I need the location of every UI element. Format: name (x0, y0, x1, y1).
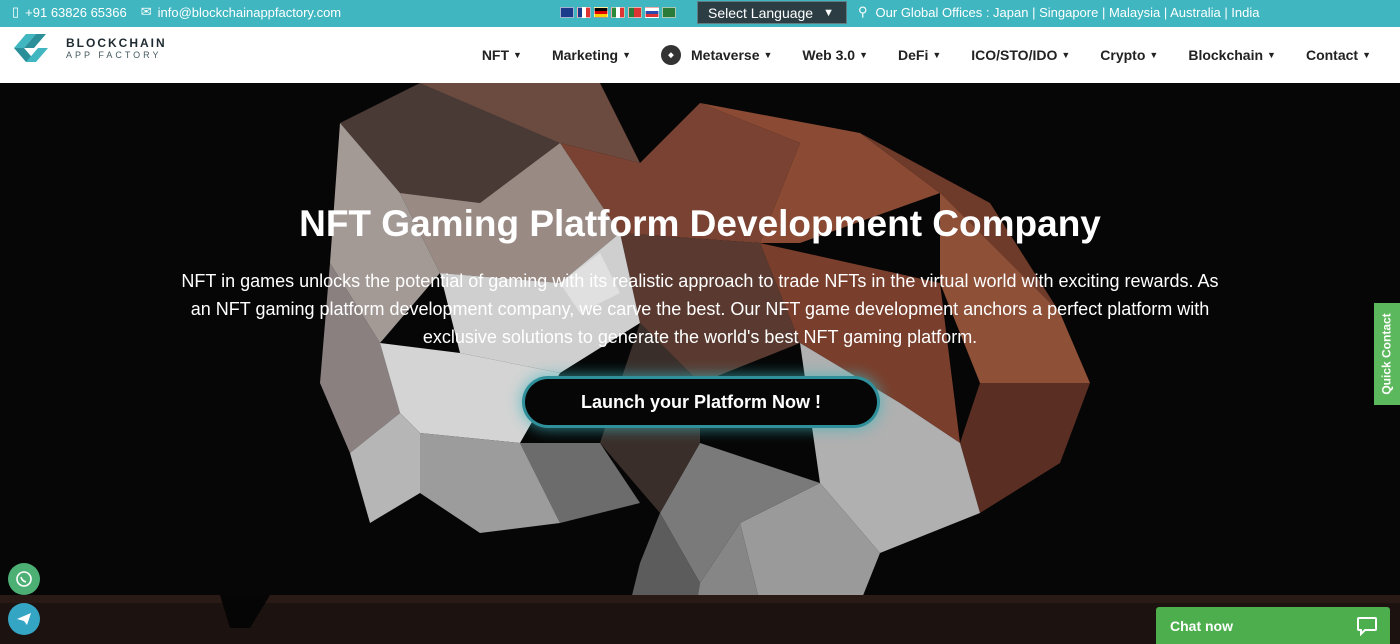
nav-metaverse[interactable]: ◆ Metaverse ▼ (646, 45, 787, 65)
quick-contact-label: Quick Contact (1380, 313, 1395, 395)
nav-contact[interactable]: Contact ▼ (1291, 47, 1386, 63)
envelope-icon: ✉ (140, 4, 152, 19)
language-select-label: Select Language (708, 4, 814, 21)
caret-down-icon: ▼ (1149, 50, 1159, 60)
flag-france-icon[interactable] (577, 7, 591, 18)
caret-down-icon: ▼ (622, 50, 631, 60)
chevron-down-icon: ▼ (823, 6, 834, 19)
site-logo[interactable]: BLOCKCHAIN APP FACTORY (12, 31, 167, 65)
location-pin-icon: ⚲ (858, 4, 868, 19)
main-nav: NFT ▼ Marketing ▼ ◆ Metaverse ▼ Web 3.0 ▼ De… (467, 27, 1386, 83)
quick-contact-tab[interactable]: Quick Contact (1374, 303, 1400, 405)
hero-title: NFT Gaming Platform Development Company (299, 203, 1101, 244)
telegram-button[interactable] (8, 603, 40, 635)
nav-crypto[interactable]: Crypto ▼ (1085, 47, 1173, 63)
email-link[interactable]: ✉ info@blockchainappfactory.com (141, 4, 341, 20)
nav-marketing[interactable]: Marketing ▼ (537, 47, 646, 63)
chat-label: Chat now (1170, 617, 1233, 634)
nav-contact-label: Contact (1305, 47, 1359, 63)
flag-uk-icon[interactable] (560, 7, 574, 18)
logo-mark-icon (14, 34, 48, 62)
contact-info: ▯ +91 63826 65366 ✉ info@blockchainappfa… (12, 4, 341, 20)
phone-number: +91 63826 65366 (25, 4, 127, 20)
chat-bubble-icon (1357, 616, 1377, 636)
language-flags (560, 7, 676, 18)
logo-line-2: APP FACTORY (66, 50, 162, 60)
site-header: BLOCKCHAIN APP FACTORY NFT ▼ Marketing ▼ ◆… (0, 27, 1400, 83)
caret-down-icon: ▼ (932, 50, 942, 60)
nav-ico[interactable]: ICO/STO/IDO ▼ (956, 47, 1085, 63)
nav-metaverse-label: Metaverse (691, 47, 760, 63)
launch-platform-button[interactable]: Launch your Platform Now ! (525, 379, 877, 425)
hero-description: NFT in games unlocks the potential of ga… (181, 271, 1219, 347)
language-select[interactable]: Select Language ▼ (697, 1, 847, 24)
email-address: info@blockchainappfactory.com (157, 4, 342, 20)
nav-defi[interactable]: DeFi ▼ (883, 47, 956, 63)
nav-web3[interactable]: Web 3.0 ▼ (787, 47, 883, 63)
whatsapp-icon (16, 571, 32, 587)
nav-marketing-label: Marketing (551, 47, 619, 63)
caret-down-icon: ▼ (513, 50, 522, 60)
nav-nft-label: NFT (481, 47, 510, 63)
flag-germany-icon[interactable] (594, 7, 608, 18)
phone-icon: ▯ (12, 4, 20, 19)
nav-blockchain[interactable]: Blockchain ▼ (1173, 47, 1291, 63)
metaverse-badge-icon: ◆ (661, 45, 681, 65)
caret-down-icon: ▼ (763, 50, 773, 60)
nav-defi-label: DeFi (898, 47, 929, 63)
hero-background-image (0, 83, 1400, 644)
caret-down-icon: ▼ (1362, 50, 1371, 60)
nav-nft[interactable]: NFT ▼ (467, 47, 537, 63)
flag-portugal-icon[interactable] (628, 7, 642, 18)
hero-section: NFT Gaming Platform Development Company … (0, 83, 1400, 644)
nav-web3-label: Web 3.0 (802, 47, 856, 63)
logo-line-1: BLOCKCHAIN (66, 36, 167, 50)
caret-down-icon: ▼ (859, 50, 868, 60)
telegram-icon (17, 613, 31, 625)
flag-italy-icon[interactable] (611, 7, 625, 18)
flag-arabic-icon[interactable] (662, 7, 676, 18)
caret-down-icon: ▼ (1267, 50, 1276, 60)
flag-russia-icon[interactable] (645, 7, 659, 18)
global-offices: ⚲ Our Global Offices : Japan | Singapore… (858, 4, 1260, 20)
nav-crypto-label: Crypto (1100, 47, 1146, 63)
nav-blockchain-label: Blockchain (1188, 47, 1264, 63)
whatsapp-button[interactable] (8, 563, 40, 595)
top-bar: ▯ +91 63826 65366 ✉ info@blockchainappfa… (0, 0, 1400, 27)
chat-widget[interactable]: Chat now (1156, 607, 1390, 644)
nav-ico-label: ICO/STO/IDO (971, 47, 1058, 63)
global-offices-text: Our Global Offices : Japan | Singapore |… (875, 4, 1260, 20)
phone-link[interactable]: ▯ +91 63826 65366 (12, 4, 127, 20)
logo-text: BLOCKCHAIN APP FACTORY (66, 36, 167, 60)
caret-down-icon: ▼ (1061, 50, 1071, 60)
